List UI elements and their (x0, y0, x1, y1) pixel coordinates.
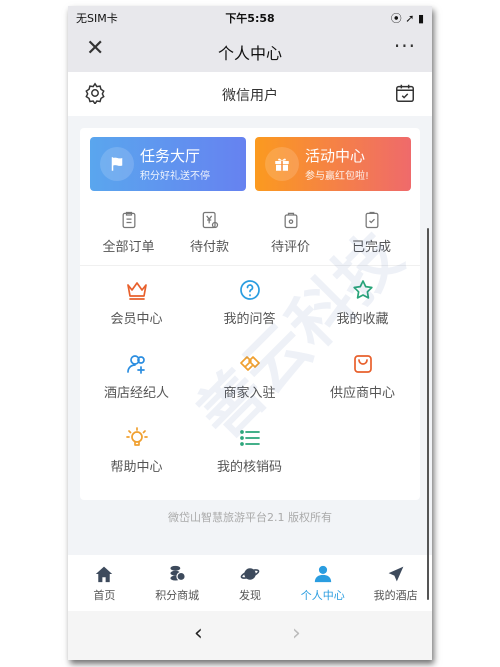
copyright: 微岱山智慧旅游平台2.1 版权所有 (168, 511, 332, 524)
crown-icon (126, 282, 147, 300)
grid-item-label: 帮助中心 (110, 460, 163, 475)
user-icon (314, 565, 331, 583)
status-bar: 无SIM卡 下午5:58 ⦿ ➚ ▮ (68, 6, 432, 28)
grid-item[interactable]: 我的收藏 (306, 278, 419, 327)
grid-item[interactable]: 我的核销码 (193, 426, 306, 475)
grid-item-label: 商家入驻 (223, 386, 276, 401)
completed[interactable]: 已完成 (337, 206, 407, 265)
status-icons: ⦿ ➚ ▮ (390, 12, 424, 25)
page-title: 个人中心 (217, 44, 282, 63)
flag-icon (100, 147, 134, 181)
calendar-check-icon[interactable] (394, 82, 416, 104)
question-icon (239, 280, 260, 300)
banner-title: 活动中心 (305, 147, 366, 165)
bag-icon (353, 355, 372, 373)
menu-card: 任务大厅 积分好礼送不停 活动中心 参与赢红包啦! 全部订单 待付款 待评价 已… (80, 128, 420, 500)
pending-payment[interactable]: 待付款 (175, 206, 245, 265)
tab-label: 我的酒店 (373, 589, 418, 602)
tab-profile[interactable]: 个人中心 (286, 555, 359, 611)
tab-label: 首页 (93, 589, 116, 602)
tab-label: 个人中心 (300, 589, 345, 602)
order-label: 待评价 (270, 240, 310, 255)
star-icon (352, 280, 373, 299)
pending-review[interactable]: 待评价 (256, 206, 326, 265)
coins-icon (170, 565, 186, 582)
order-label: 全部订单 (102, 240, 155, 255)
activity-center-banner[interactable]: 活动中心 参与赢红包啦! (255, 137, 411, 191)
username: 微信用户 (222, 88, 278, 104)
order-label: 待付款 (189, 240, 229, 255)
forward-button[interactable]: › (292, 621, 301, 646)
yen-bill-icon (202, 211, 218, 229)
bulb-icon (125, 427, 148, 446)
banner-subtitle: 积分好礼送不停 (140, 171, 210, 182)
check-clipboard-icon (365, 211, 378, 229)
paper-plane-icon (388, 566, 403, 582)
phone-screen: 无SIM卡 下午5:58 ⦿ ➚ ▮ ✕ 个人中心 ··· 微信用户 任务大厅 … (68, 6, 432, 660)
clock: 下午5:58 (225, 12, 275, 25)
scrollbar[interactable] (427, 228, 429, 600)
home-icon (96, 566, 113, 583)
tab-label: 发现 (238, 589, 261, 602)
grid-item[interactable]: 酒店经纪人 (80, 352, 193, 401)
browser-toolbar: ‹ › (68, 611, 432, 660)
handshake-icon (239, 356, 260, 371)
tab-bar: 首页 积分商城 发现 个人中心 我的酒店 (68, 555, 432, 611)
back-button[interactable]: ‹ (194, 621, 203, 646)
clipboard-icon (122, 211, 135, 229)
user-header: 微信用户 (68, 72, 432, 116)
order-status-row: 全部订单 待付款 待评价 已完成 (80, 206, 420, 266)
task-hall-banner[interactable]: 任务大厅 积分好礼送不停 (90, 137, 246, 191)
add-user-icon (126, 355, 145, 374)
tab-discover[interactable]: 发现 (214, 555, 287, 611)
tab-points-mall[interactable]: 积分商城 (141, 555, 214, 611)
tab-label: 积分商城 (155, 589, 200, 602)
grid-item-label: 我的问答 (223, 312, 276, 327)
all-orders[interactable]: 全部订单 (94, 206, 164, 265)
planet-icon (240, 568, 260, 580)
grid-item[interactable]: 商家入驻 (193, 352, 306, 401)
grid-item[interactable]: 供应商中心 (306, 352, 419, 401)
nav-bar: ✕ 个人中心 ··· (68, 28, 432, 72)
grid-item[interactable]: 帮助中心 (80, 426, 193, 475)
grid-item-label: 会员中心 (110, 312, 163, 327)
gift-icon (265, 147, 299, 181)
tab-home[interactable]: 首页 (68, 555, 141, 611)
grid-item-label: 我的核销码 (216, 460, 282, 475)
grid-item[interactable]: 我的问答 (193, 278, 306, 327)
banner-subtitle: 参与赢红包啦! (305, 171, 370, 182)
bag-review-icon (284, 212, 297, 229)
grid-item-label: 酒店经纪人 (103, 386, 169, 401)
list-icon (239, 430, 260, 446)
grid-item[interactable]: 会员中心 (80, 278, 193, 327)
order-label: 已完成 (351, 240, 391, 255)
grid-item-label: 我的收藏 (336, 312, 389, 327)
tab-my-hotel[interactable]: 我的酒店 (359, 555, 432, 611)
grid-item-label: 供应商中心 (329, 386, 395, 401)
more-button[interactable]: ··· (394, 34, 416, 58)
banner-title: 任务大厅 (140, 147, 201, 165)
